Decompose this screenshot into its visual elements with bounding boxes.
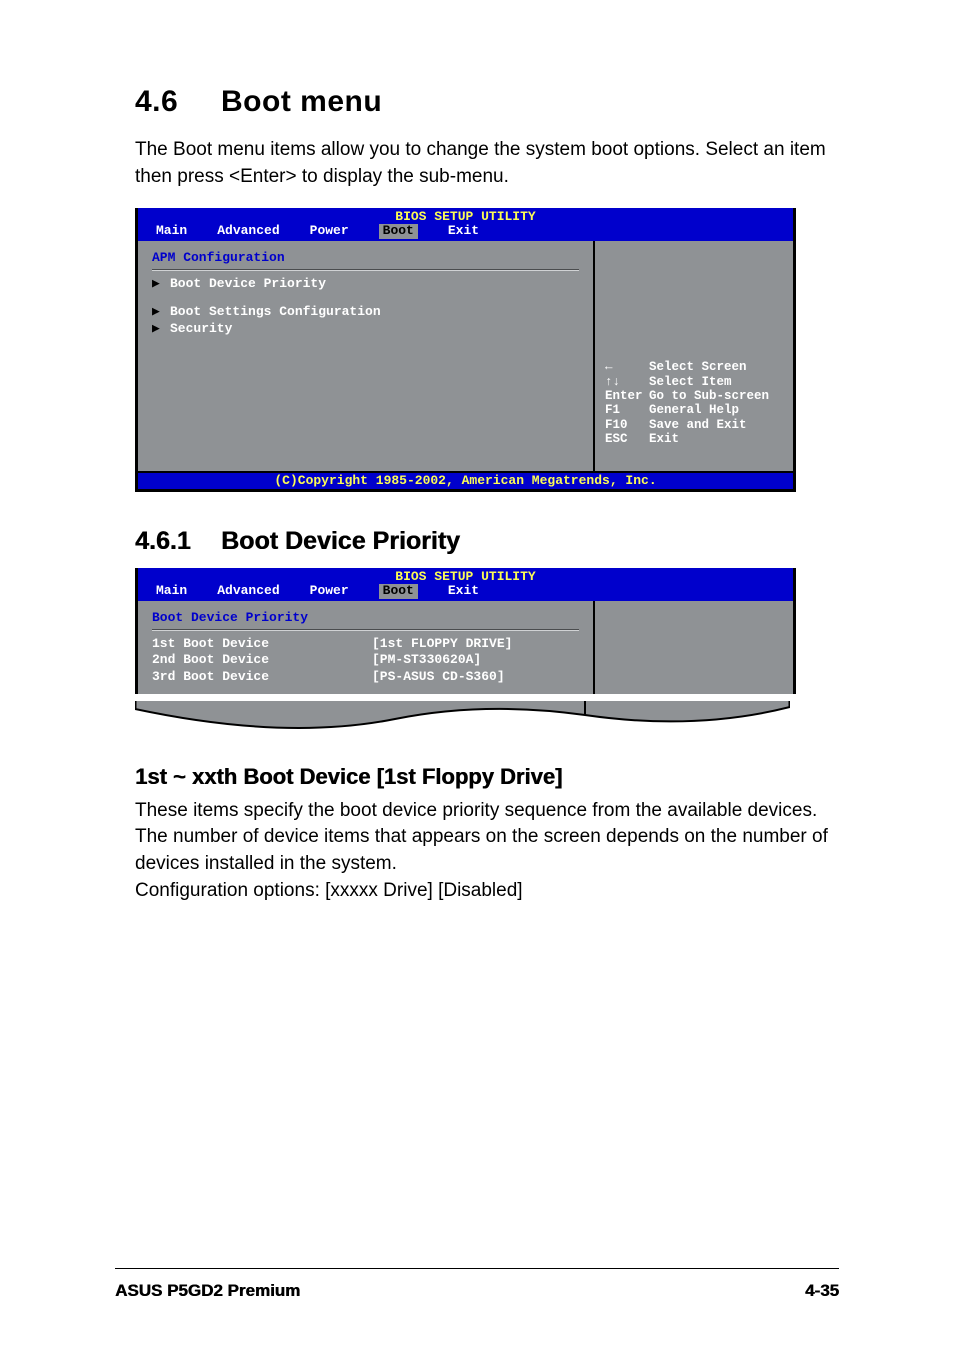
help-label: Exit (649, 432, 679, 446)
tab-advanced[interactable]: Advanced (217, 584, 279, 598)
submenu-arrow-icon: ▶ (152, 305, 170, 319)
boot-device-value: [PS-ASUS CD-S360] (372, 670, 505, 684)
help-label: Save and Exit (649, 418, 747, 432)
help-key: ↑↓ (605, 375, 649, 389)
bios-screenshot-boot-priority: BIOS SETUP UTILITY Main Advanced Power Boot… (135, 568, 796, 694)
bios-right-pane (595, 601, 793, 694)
section-title: Boot menu (221, 85, 382, 118)
tab-boot[interactable]: Boot (379, 224, 418, 238)
bios-divider (152, 269, 579, 271)
boot-device-row-1[interactable]: 1st Boot Device[1st FLOPPY DRIVE] (152, 637, 579, 651)
footer-rule (115, 1268, 839, 1269)
submenu-arrow-icon: ▶ (152, 277, 170, 291)
intro-paragraph: The Boot menu items allow you to change … (135, 137, 839, 190)
subsection-title: Boot Device Priority (221, 527, 460, 555)
bios-torn-edge (135, 701, 790, 736)
section-number: 4.6 (135, 85, 221, 119)
submenu-arrow-icon: ▶ (152, 322, 170, 336)
boot-device-row-3[interactable]: 3rd Boot Device[PS-ASUS CD-S360] (152, 670, 579, 684)
section-heading: 4.6Boot menu (135, 85, 839, 119)
spacer (152, 293, 579, 303)
menu-item-label: Boot Settings Configuration (170, 304, 381, 319)
footer-page-number: 4-35 (805, 1281, 839, 1301)
bios-copyright: (C)Copyright 1985-2002, American Megatre… (138, 471, 793, 489)
bios-title: BIOS SETUP UTILITY (138, 568, 793, 584)
tab-advanced[interactable]: Advanced (217, 224, 279, 238)
subsection-heading: 4.6.1Boot Device Priority (135, 527, 839, 556)
bios-body: APM Configuration ▶Boot Device Priority … (138, 241, 793, 471)
tab-exit[interactable]: Exit (448, 224, 479, 238)
menu-item-boot-settings-config[interactable]: ▶Boot Settings Configuration (152, 305, 579, 319)
help-key: F10 (605, 418, 649, 432)
help-key: F1 (605, 403, 649, 417)
configuration-options: Configuration options: [xxxxx Drive] [Di… (135, 878, 839, 905)
bios-help-legend: ←Select Screen ↑↓Select Item EnterGo to … (605, 346, 769, 461)
option-description: These items specify the boot device prio… (135, 798, 839, 878)
tab-main[interactable]: Main (156, 584, 187, 598)
bios-screenshot-boot-menu: BIOS SETUP UTILITY Main Advanced Power Boot… (135, 208, 796, 492)
tab-boot[interactable]: Boot (379, 584, 418, 598)
help-key: ← (605, 360, 649, 374)
tab-main[interactable]: Main (156, 224, 187, 238)
help-key: Enter (605, 389, 649, 403)
bios-title: BIOS SETUP UTILITY (138, 208, 793, 224)
bios-right-pane: ←Select Screen ↑↓Select Item EnterGo to … (595, 241, 793, 471)
boot-device-label: 1st Boot Device (152, 637, 372, 651)
menu-item-label: Security (170, 321, 232, 336)
boot-device-value: [PM-ST330620A] (372, 653, 481, 667)
boot-device-value: [1st FLOPPY DRIVE] (372, 637, 512, 651)
option-heading: 1st ~ xxth Boot Device [1st Floppy Drive… (135, 764, 839, 790)
tab-power[interactable]: Power (310, 584, 349, 598)
bios-left-pane: APM Configuration ▶Boot Device Priority … (138, 241, 595, 471)
help-label: General Help (649, 403, 739, 417)
menu-item-label: Boot Device Priority (170, 276, 326, 291)
bios-menu-bar: Main Advanced Power Boot Exit (138, 224, 793, 240)
boot-device-label: 3rd Boot Device (152, 670, 372, 684)
bios-menu-bar: Main Advanced Power Boot Exit (138, 584, 793, 600)
menu-item-security[interactable]: ▶Security (152, 322, 579, 336)
help-key: ESC (605, 432, 649, 446)
bios-divider (152, 629, 579, 631)
page-footer: ASUS P5GD2 Premium 4-35 (115, 1281, 839, 1301)
help-label: Select Screen (649, 360, 747, 374)
document-page: 4.6Boot menu The Boot menu items allow y… (0, 0, 954, 1351)
subsection-number: 4.6.1 (135, 527, 221, 556)
boot-device-label: 2nd Boot Device (152, 653, 372, 667)
tab-exit[interactable]: Exit (448, 584, 479, 598)
tab-power[interactable]: Power (310, 224, 349, 238)
footer-product: ASUS P5GD2 Premium (115, 1281, 300, 1301)
bios-body: Boot Device Priority 1st Boot Device[1st… (138, 601, 793, 694)
bios-section-title: APM Configuration (152, 251, 579, 265)
menu-item-boot-device-priority[interactable]: ▶Boot Device Priority (152, 277, 579, 291)
help-label: Select Item (649, 375, 732, 389)
help-label: Go to Sub-screen (649, 389, 769, 403)
boot-device-row-2[interactable]: 2nd Boot Device[PM-ST330620A] (152, 653, 579, 667)
bios-section-title: Boot Device Priority (152, 611, 579, 625)
bios-left-pane: Boot Device Priority 1st Boot Device[1st… (138, 601, 595, 694)
